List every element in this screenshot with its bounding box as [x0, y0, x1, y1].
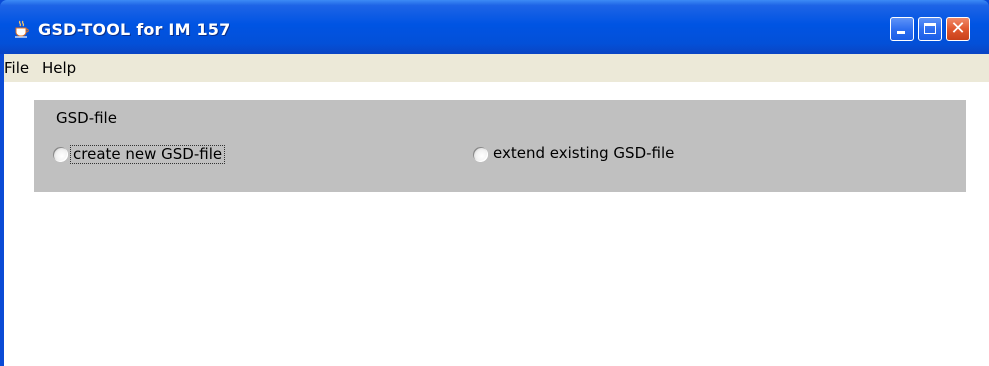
application-window: GSD-TOOL for IM 157 ✕ File Help GSD-file… — [0, 0, 989, 366]
maximize-button[interactable] — [918, 17, 942, 41]
menu-bar: File Help — [4, 54, 989, 82]
title-bar[interactable]: GSD-TOOL for IM 157 ✕ — [0, 0, 989, 54]
gsd-file-group-title: GSD-file — [56, 109, 117, 127]
close-icon: ✕ — [950, 18, 966, 39]
maximize-icon — [924, 23, 936, 34]
window-title: GSD-TOOL for IM 157 — [38, 20, 231, 39]
gsd-file-panel: GSD-file create new GSD-file extend exis… — [34, 100, 966, 192]
create-new-gsd-label[interactable]: create new GSD-file — [70, 145, 226, 164]
minimize-icon — [897, 31, 905, 34]
extend-existing-gsd-label[interactable]: extend existing GSD-file — [493, 145, 674, 162]
create-new-gsd-radio[interactable] — [53, 147, 68, 162]
menu-help[interactable]: Help — [42, 59, 76, 77]
menu-file[interactable]: File — [4, 59, 29, 77]
java-cup-icon — [15, 20, 29, 38]
close-button[interactable]: ✕ — [946, 17, 970, 41]
minimize-button[interactable] — [890, 17, 914, 41]
client-area: GSD-file create new GSD-file extend exis… — [4, 82, 989, 366]
extend-existing-gsd-radio[interactable] — [473, 147, 488, 162]
